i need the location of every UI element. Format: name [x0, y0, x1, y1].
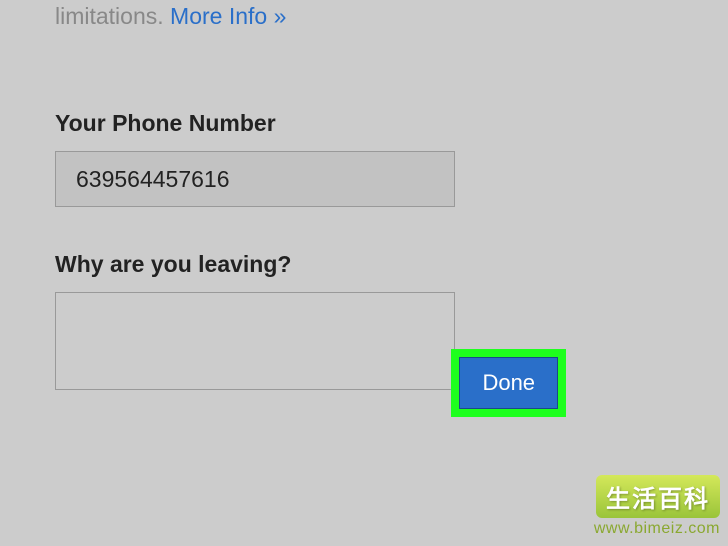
done-highlight-box: Done: [451, 349, 566, 417]
done-button[interactable]: Done: [459, 357, 558, 409]
more-info-link[interactable]: More Info »: [170, 3, 286, 29]
intro-text: limitations. More Info »: [55, 0, 673, 32]
leaving-reason-label: Why are you leaving?: [55, 251, 673, 278]
leaving-reason-textarea[interactable]: [55, 292, 455, 390]
phone-number-input[interactable]: [55, 151, 455, 207]
watermark-title: 生活百科: [596, 475, 720, 518]
intro-prefix: limitations.: [55, 3, 170, 29]
watermark: 生活百科 www.bimeiz.com: [594, 475, 720, 538]
watermark-url: www.bimeiz.com: [594, 520, 720, 538]
phone-number-label: Your Phone Number: [55, 110, 673, 137]
